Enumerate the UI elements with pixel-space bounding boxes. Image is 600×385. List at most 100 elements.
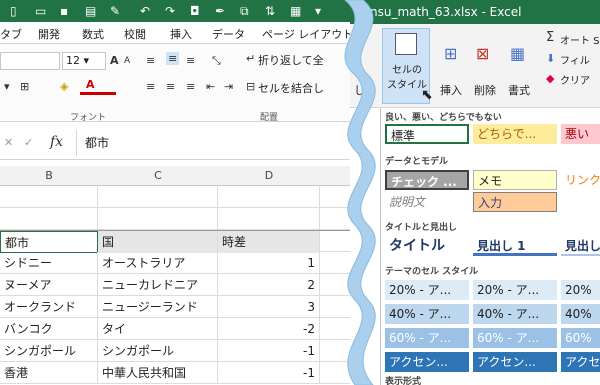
orientation-icon[interactable]: ⤡ <box>212 54 221 68</box>
indent-increase-icon[interactable]: ⇥ <box>224 80 233 93</box>
function-icon[interactable]: fx <box>50 134 63 150</box>
wrap-text-icon[interactable]: ↵ <box>246 52 255 65</box>
tab-review[interactable]: 校閲 <box>124 26 146 42</box>
indent-decrease-icon[interactable]: ⇤ <box>206 80 215 93</box>
style-60-accent1[interactable]: 60% - ア... <box>385 328 469 348</box>
cell-offset[interactable]: 3 <box>218 296 320 318</box>
cell-country[interactable]: ニュージーランド <box>98 296 218 318</box>
selected-cell[interactable]: 都市 <box>0 231 98 253</box>
align-right-icon[interactable]: ≡ <box>186 80 195 93</box>
cancel-icon[interactable]: ✕ <box>4 136 13 149</box>
cell-styles-button[interactable]: セルの スタイル ⬉ <box>382 28 433 104</box>
border-icon[interactable]: ⊞ <box>20 80 29 93</box>
tab-file[interactable]: タブ <box>0 26 22 42</box>
align-left-icon[interactable]: ≡ <box>146 80 155 93</box>
style-check-cell[interactable]: チェック ... <box>385 170 469 190</box>
screenshot-icon[interactable]: ⧉ <box>240 4 249 19</box>
style-linked-cell[interactable]: リンク <box>561 170 600 190</box>
style-input[interactable]: 入力 <box>473 192 557 212</box>
style-neutral[interactable]: どちらで... <box>473 124 557 144</box>
font-color-icon[interactable]: A <box>86 78 95 91</box>
cell-offset[interactable]: -1 <box>218 340 320 362</box>
style-bad[interactable]: 悪い <box>561 124 600 144</box>
cell-city[interactable]: シンガポール <box>0 340 98 362</box>
format-cells-icon[interactable]: ▦ <box>510 44 525 63</box>
align-top-icon[interactable]: ≡ <box>146 54 155 67</box>
open-file-icon[interactable]: ▭ <box>35 4 46 18</box>
insert-label[interactable]: 挿入 <box>440 82 462 98</box>
cell[interactable] <box>0 208 98 230</box>
style-accent1[interactable]: アクセン... <box>385 352 469 372</box>
worksheet-grid[interactable]: 都市 国 時差 シドニー オーストラリア 1 ヌーメア ニューカレドニア 2 オークラン… <box>0 186 370 385</box>
format-painter-icon[interactable]: ✎ <box>110 4 120 18</box>
cell-city[interactable]: バンコク <box>0 318 98 340</box>
sort-icon[interactable]: ⇅ <box>265 4 275 18</box>
tab-formulas[interactable]: 数式 <box>82 26 104 42</box>
fill-icon[interactable]: ⬇ <box>546 52 555 65</box>
camera-icon[interactable]: ◘ <box>190 4 200 18</box>
merge-center-label[interactable]: セルを結合し <box>258 80 324 96</box>
style-memo[interactable]: メモ <box>473 170 557 190</box>
clear-icon[interactable]: ◆ <box>546 72 554 85</box>
cell[interactable] <box>98 208 218 230</box>
merge-icon[interactable]: ⊟ <box>246 80 255 93</box>
cell-city[interactable]: ヌーメア <box>0 274 98 296</box>
window-icon[interactable]: ▦ <box>290 4 301 18</box>
underline-icon[interactable]: ▾ <box>4 80 10 93</box>
cell[interactable] <box>218 186 320 208</box>
style-accent3[interactable]: アクセ <box>561 352 600 372</box>
print-icon[interactable]: ▤ <box>85 4 96 18</box>
column-header-b[interactable]: B <box>0 169 98 182</box>
new-file-icon[interactable]: ▯ <box>10 4 17 18</box>
style-60-accent2[interactable]: 60% - ア... <box>473 328 557 348</box>
cell-city[interactable]: オークランド <box>0 296 98 318</box>
undo-icon[interactable]: ↶ <box>140 4 150 18</box>
cell[interactable] <box>218 208 320 230</box>
formula-input[interactable]: 都市 <box>76 130 370 156</box>
cell-country[interactable]: タイ <box>98 318 218 340</box>
pen-icon[interactable]: ✒ <box>215 4 225 18</box>
cell-offset[interactable]: 2 <box>218 274 320 296</box>
style-normal[interactable]: 標準 <box>385 124 469 144</box>
font-name-combo[interactable] <box>0 52 60 70</box>
header-cell[interactable]: 時差 <box>218 231 320 253</box>
align-bottom-icon[interactable]: ≡ <box>186 54 195 67</box>
redo-icon[interactable]: ↷ <box>165 4 175 18</box>
autosum-label[interactable]: オート SU <box>560 32 600 47</box>
tab-insert[interactable]: 挿入 <box>170 26 192 42</box>
cell-country[interactable]: オーストラリア <box>98 252 218 274</box>
style-heading-1[interactable]: 見出し 1 <box>473 236 557 256</box>
cell[interactable] <box>98 186 218 208</box>
fill-label[interactable]: フィル <box>560 52 590 67</box>
format-label[interactable]: 書式 <box>508 82 530 98</box>
cell-country[interactable]: 中華人民共和国 <box>98 362 218 384</box>
delete-label[interactable]: 削除 <box>474 82 496 98</box>
style-title[interactable]: タイトル <box>385 236 469 256</box>
style-40-accent3[interactable]: 40% <box>561 304 600 324</box>
autosum-icon[interactable]: Σ <box>546 30 554 45</box>
style-20-accent2[interactable]: 20% - ア... <box>473 280 557 300</box>
style-heading-2[interactable]: 見出し <box>561 236 600 256</box>
fill-color-icon[interactable]: ◈ <box>60 80 68 93</box>
cell-country[interactable]: ニューカレドニア <box>98 274 218 296</box>
style-accent2[interactable]: アクセン... <box>473 352 557 372</box>
style-20-accent1[interactable]: 20% - ア... <box>385 280 469 300</box>
header-cell[interactable]: 国 <box>98 231 218 253</box>
column-header-d[interactable]: D <box>218 169 320 182</box>
font-grow-icon[interactable]: A <box>110 54 119 67</box>
cell-offset[interactable]: -1 <box>218 362 320 384</box>
font-shrink-icon[interactable]: A <box>124 56 130 66</box>
cell-offset[interactable]: 1 <box>218 252 320 274</box>
align-center-icon[interactable]: ≡ <box>166 80 175 93</box>
style-20-accent3[interactable]: 20% <box>561 280 600 300</box>
wrap-text-label[interactable]: 折り返して全 <box>258 52 324 68</box>
style-explanatory[interactable]: 説明文 <box>385 192 469 212</box>
dropdown-icon[interactable]: ▾ <box>315 4 321 18</box>
cell-country[interactable]: シンガポール <box>98 340 218 362</box>
cell[interactable] <box>0 186 98 208</box>
delete-cells-icon[interactable]: ⊠ <box>476 44 489 63</box>
style-40-accent2[interactable]: 40% - ア... <box>473 304 557 324</box>
cell-city[interactable]: シドニー <box>0 252 98 274</box>
cell-city[interactable]: 香港 <box>0 362 98 384</box>
clear-label[interactable]: クリア <box>560 72 590 87</box>
